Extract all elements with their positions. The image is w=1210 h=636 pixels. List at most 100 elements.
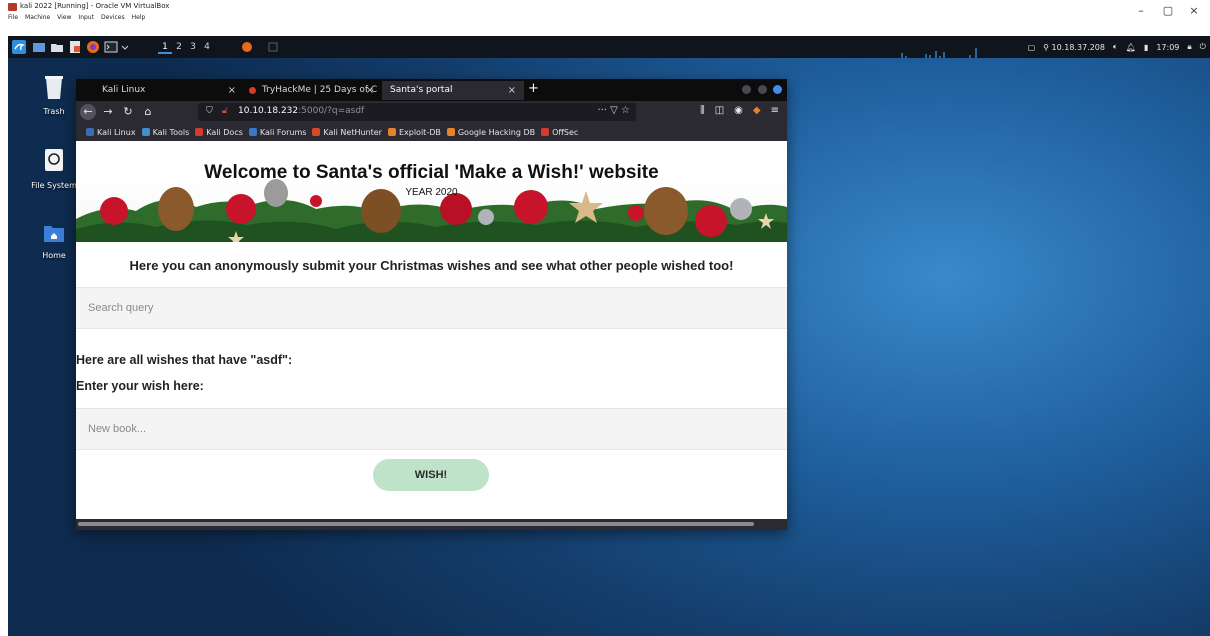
workspace-4[interactable]: 4	[200, 40, 214, 54]
virtualbox-app-icon	[8, 3, 17, 11]
taskbar-firefox-icon[interactable]	[240, 40, 254, 54]
close-tab-icon[interactable]: ×	[508, 81, 516, 100]
clock[interactable]: 17:09	[1156, 43, 1179, 52]
vpn-ip[interactable]: ⚲ 10.18.37.208	[1043, 43, 1105, 52]
bookmark-google-hacking-db[interactable]: Google Hacking DB	[446, 127, 536, 137]
page-viewport: Welcome to Santa's official 'Make a Wish…	[76, 141, 787, 519]
library-icon[interactable]: ⫼	[700, 105, 705, 116]
close-tab-icon[interactable]: ×	[366, 81, 374, 100]
bookmarks-toolbar: Kali Linux Kali Tools Kali Docs Kali For…	[76, 123, 787, 141]
forums-icon	[248, 128, 257, 136]
minimize-dot-icon[interactable]	[742, 85, 751, 94]
chevron-down-icon[interactable]	[120, 40, 130, 54]
hero-banner: Welcome to Santa's official 'Make a Wish…	[76, 141, 787, 242]
restore-button[interactable]: ▢	[1158, 4, 1178, 17]
drive-icon	[45, 149, 63, 171]
url-path: :5000/?q=asdf	[298, 106, 365, 116]
menu-input[interactable]: Input	[78, 14, 94, 21]
account-icon[interactable]: ◉	[734, 105, 743, 116]
sidebar-icon[interactable]: ◫	[715, 105, 724, 116]
page-subtitle: YEAR 2020	[405, 187, 458, 198]
kali-top-panel: 1 2 3 4 ▢ ⚲ 10.18.37.208 🔈︎ 🔔︎ ▮ 17:09 🔒…	[8, 36, 1210, 58]
menu-view[interactable]: View	[57, 14, 71, 21]
bookmark-kali-tools[interactable]: Kali Tools	[141, 128, 189, 137]
bookmark-kali-linux[interactable]: Kali Linux	[86, 128, 136, 137]
bookmark-kali-forums[interactable]: Kali Forums	[248, 128, 306, 137]
desktop-icon-label: Trash	[43, 107, 65, 116]
menu-machine[interactable]: Machine	[25, 14, 50, 21]
back-arrow-icon[interactable]: ←	[80, 104, 96, 120]
intro-text: Here you can anonymously submit your Chr…	[129, 258, 734, 273]
trash-icon	[45, 76, 63, 99]
menu-icon[interactable]: ≡	[771, 105, 779, 116]
bookmark-kali-docs[interactable]: Kali Docs	[195, 128, 243, 137]
workspace-3[interactable]: 3	[186, 40, 200, 54]
workspace-show-icon[interactable]	[32, 40, 46, 54]
volume-icon[interactable]: 🔈︎	[1113, 42, 1118, 52]
firefox-window: Kali Linux × TryHackMe | 25 Days of C × …	[76, 79, 787, 530]
lock-icon[interactable]: 🔒︎	[1187, 42, 1191, 52]
menu-file[interactable]: File	[8, 14, 18, 21]
firefox-launcher-icon[interactable]	[86, 40, 100, 54]
extension-icon[interactable]: ◆	[753, 105, 761, 116]
offsec-icon	[541, 128, 550, 136]
kali-menu-icon[interactable]	[12, 40, 26, 54]
desktop-icon-label: File System	[31, 181, 77, 190]
taskbar-window-icon[interactable]	[266, 40, 280, 54]
reload-icon[interactable]: ↻	[120, 104, 136, 120]
horizontal-scrollbar[interactable]	[78, 522, 754, 526]
wish-input[interactable]	[76, 408, 787, 450]
shield-icon[interactable]: ⛉	[206, 106, 213, 116]
minimize-button[interactable]: –	[1131, 4, 1151, 17]
forward-arrow-icon[interactable]: →	[100, 104, 116, 120]
tools-icon	[141, 128, 150, 136]
tab-kali-linux[interactable]: Kali Linux ×	[94, 81, 244, 100]
menu-help[interactable]: Help	[132, 14, 146, 21]
file-manager-icon[interactable]	[50, 40, 64, 54]
desktop-icon-trash[interactable]: Trash	[26, 74, 82, 116]
close-dot-icon[interactable]	[773, 85, 782, 94]
home-icon[interactable]: ⌂	[140, 104, 156, 120]
bookmark-exploit-db[interactable]: Exploit-DB	[387, 127, 441, 137]
bookmark-label: Kali Docs	[206, 127, 243, 137]
vbox-menubar: File Machine View Input Devices Help	[8, 14, 145, 21]
bookmark-offsec[interactable]: OffSec	[541, 128, 578, 137]
url-actions-icon[interactable]: ··· ▽ ☆	[597, 105, 630, 116]
search-input[interactable]	[76, 287, 787, 329]
wishes-heading: Here are all wishes that have "asdf":	[76, 353, 293, 367]
docs-icon	[195, 128, 204, 136]
new-tab-button[interactable]: +	[528, 81, 539, 96]
bookmark-label: Exploit-DB	[398, 127, 441, 137]
tab-santas-portal[interactable]: Santa's portal ×	[382, 81, 524, 100]
terminal-icon[interactable]	[104, 40, 118, 54]
battery-icon[interactable]: ▮	[1144, 43, 1148, 52]
close-tab-icon[interactable]: ×	[228, 81, 236, 100]
desktop-icon-home[interactable]: Home	[26, 222, 82, 260]
workspace-2[interactable]: 2	[172, 40, 186, 54]
panel-tray: ▢ ⚲ 10.18.37.208 🔈︎ 🔔︎ ▮ 17:09 🔒︎ ⏻	[1028, 39, 1206, 55]
kali-dragon-icon	[86, 128, 94, 136]
insecure-lock-icon[interactable]: 🔓︎	[222, 106, 228, 116]
notification-bell-icon[interactable]: 🔔︎	[1126, 43, 1136, 52]
tryhackme-favicon-icon	[249, 87, 256, 94]
menu-devices[interactable]: Devices	[101, 14, 125, 21]
workspace-1[interactable]: 1	[158, 40, 172, 54]
url-bar[interactable]: ⛉ 🔓︎ 10.10.18.232:5000/?q=asdf ··· ▽ ☆	[198, 103, 636, 121]
bookmark-kali-nethunter[interactable]: Kali NetHunter	[312, 128, 382, 137]
workspace-switcher: 1 2 3 4	[158, 40, 214, 54]
wish-button[interactable]: WISH!	[373, 459, 489, 491]
power-icon[interactable]: ⏻	[1200, 42, 1206, 52]
text-editor-icon[interactable]	[68, 40, 82, 54]
exploit-db-icon	[387, 128, 396, 136]
home-folder-icon	[44, 226, 64, 242]
display-icon[interactable]: ▢	[1028, 43, 1036, 52]
tab-strip: Kali Linux × TryHackMe | 25 Days of C × …	[76, 79, 787, 101]
network-monitor-graph	[901, 48, 977, 58]
maximize-dot-icon[interactable]	[758, 85, 767, 94]
desktop-icon-file-system[interactable]: File System	[26, 148, 82, 190]
tab-tryhackme[interactable]: TryHackMe | 25 Days of C ×	[244, 81, 382, 100]
bookmark-label: OffSec	[552, 127, 579, 137]
close-window-button[interactable]: ×	[1184, 4, 1204, 17]
bookmark-label: Google Hacking DB	[457, 127, 536, 137]
url-text: 10.10.18.232:5000/?q=asdf	[238, 106, 364, 116]
